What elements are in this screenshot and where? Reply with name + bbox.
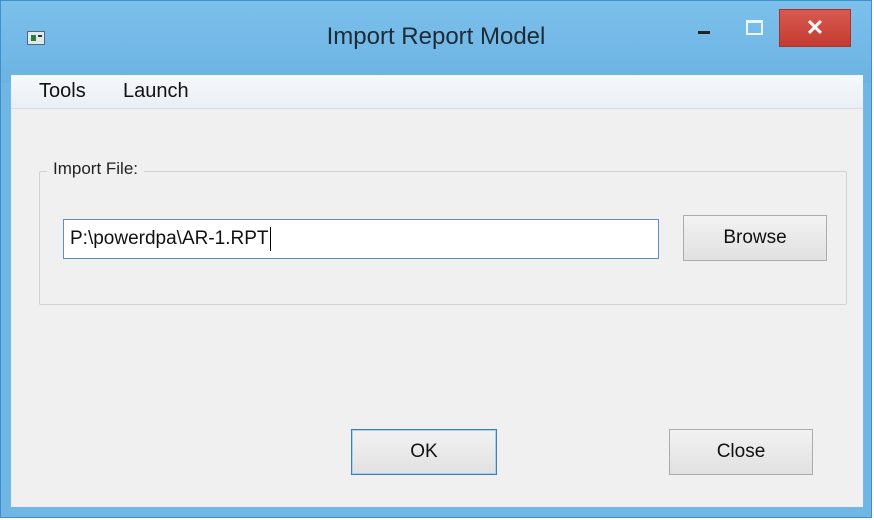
menu-bar: Tools Launch bbox=[11, 75, 863, 109]
import-file-label: Import File: bbox=[47, 159, 145, 179]
maximize-button[interactable] bbox=[737, 11, 771, 43]
browse-button[interactable]: Browse bbox=[683, 215, 827, 261]
minimize-button[interactable] bbox=[689, 11, 719, 43]
close-icon: ✕ bbox=[805, 15, 825, 40]
import-file-path-input[interactable]: P:\powerdpa\AR-1.RPT bbox=[63, 219, 659, 259]
menu-item-launch[interactable]: Launch bbox=[123, 80, 189, 103]
minimize-icon bbox=[698, 30, 710, 34]
ok-button[interactable]: OK bbox=[351, 429, 497, 475]
import-file-path-value: P:\powerdpa\AR-1.RPT bbox=[70, 228, 269, 249]
maximize-icon bbox=[745, 19, 763, 35]
dialog-client-area: Import File: P:\powerdpa\AR-1.RPT Browse… bbox=[11, 109, 863, 507]
text-caret bbox=[269, 226, 271, 251]
close-window-button[interactable]: ✕ bbox=[779, 9, 851, 47]
close-button[interactable]: Close bbox=[669, 429, 813, 475]
title-bar[interactable]: Import Report Model ✕ bbox=[1, 1, 871, 83]
menu-item-tools[interactable]: Tools bbox=[39, 80, 86, 103]
import-report-model-window: Import Report Model ✕ Tools Launch Impor… bbox=[0, 0, 872, 518]
